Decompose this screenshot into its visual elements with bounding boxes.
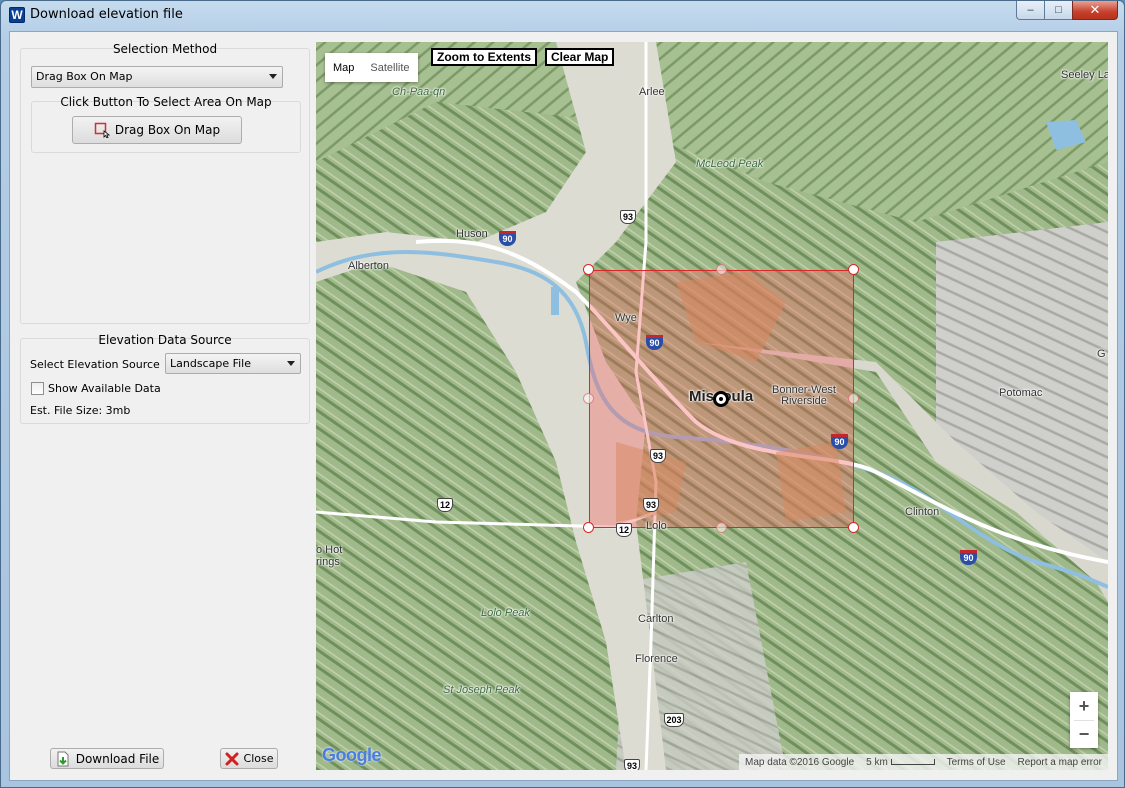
place-label: Florence [635,653,678,665]
minimize-icon: – [1027,4,1034,16]
dialog-client: Selection Method Drag Box On Map Click B… [9,31,1118,781]
route-shield: 93 [624,759,640,770]
place-label: St Joseph Peak [443,684,521,696]
chevron-down-icon [287,361,295,366]
selection-method-panel: Selection Method Drag Box On Map Click B… [20,42,310,324]
title-bar[interactable]: W Download elevation file – □ ✕ [1,1,1124,29]
selection-handle-sw[interactable] [583,522,594,533]
minimize-button[interactable]: – [1016,1,1044,20]
app-window: W Download elevation file – □ ✕ Selectio… [0,0,1125,788]
selection-handle-ne[interactable] [848,264,859,275]
clear-map-button[interactable]: Clear Map [545,48,615,66]
route-shield: 203 [664,713,684,727]
show-available-checkbox[interactable] [31,382,44,395]
route-shield: 90 [499,231,516,246]
map-view[interactable]: Arlee Ch-Paa-qn McLeod Peak Seeley La Hu… [316,42,1108,770]
map-type-satellite-tab[interactable]: Satellite [362,62,417,74]
scale-bar-icon [890,758,935,765]
selection-method-select[interactable]: Drag Box On Map [31,66,283,88]
drag-box-icon [94,122,110,138]
zoom-in-button[interactable]: + [1070,692,1098,720]
close-label: Close [243,752,274,765]
elevation-source-value: Landscape File [170,357,251,370]
place-label: Seeley La [1061,69,1108,81]
selection-handle-n[interactable] [716,264,727,275]
route-shield: 93 [650,449,666,463]
place-label: Ch-Paa-qn [392,86,446,98]
elevation-source-heading: Elevation Data Source [98,333,232,347]
selection-handle-e[interactable] [848,393,859,404]
route-shield: 90 [831,434,848,449]
place-label: o Hot [316,544,343,556]
map-type-map-tab[interactable]: Map [325,62,362,74]
close-window-button[interactable]: ✕ [1072,1,1118,20]
selection-method-heading: Selection Method [112,42,218,56]
chevron-down-icon [269,74,277,79]
place-label: Clinton [905,506,940,518]
place-label: Huson [456,228,488,240]
place-label: McLeod Peak [696,158,764,170]
drag-box-button[interactable]: Drag Box On Map [72,116,242,144]
place-label: rings [316,556,340,568]
map-type-control: Map Satellite [325,53,418,82]
maximize-button[interactable]: □ [1044,1,1072,20]
map-scale: 5 km [866,756,935,768]
route-shield: 93 [643,498,659,512]
close-button[interactable]: Close [220,748,278,769]
place-label: Wye [615,312,637,324]
selection-handle-w[interactable] [583,393,594,404]
file-size-estimate: Est. File Size: 3mb [30,404,131,417]
close-x-icon [225,752,239,765]
route-shield: 90 [960,550,977,565]
download-file-button[interactable]: Download File [50,748,164,769]
download-file-label: Download File [75,751,160,766]
google-logo[interactable]: Google [322,745,382,766]
place-label: Lolo [646,520,667,532]
route-shield: 90 [646,335,663,350]
place-label: Potomac [999,387,1043,399]
maximize-icon: □ [1055,4,1062,16]
route-shield: 12 [437,498,453,512]
map-attribution: Map data ©2016 Google 5 km Terms of Use … [739,754,1108,770]
google-logo-text: Google [322,745,382,765]
zoom-to-extents-button[interactable]: Zoom to Extents [431,48,538,66]
drag-box-label: Drag Box On Map [114,123,221,137]
elevation-source-select[interactable]: Landscape File [165,353,301,374]
selection-handle-se[interactable] [848,522,859,533]
download-file-icon [57,751,69,766]
place-label: Arlee [639,86,665,98]
place-label: Bonner-West Riverside [772,384,836,407]
place-label: Lolo Peak [481,607,530,619]
elevation-source-label: Select Elevation Source [30,358,160,371]
location-marker-icon [713,391,729,407]
place-label: G [1097,348,1106,360]
show-available-label: Show Available Data [48,382,161,395]
elevation-source-panel: Elevation Data Source Select Elevation S… [20,333,310,424]
close-icon: ✕ [1089,2,1101,17]
select-area-group: Click Button To Select Area On Map Drag … [31,95,301,153]
zoom-out-button[interactable]: − [1070,721,1098,748]
window-controls: – □ ✕ [1016,1,1118,21]
report-error-link[interactable]: Report a map error [1018,757,1102,768]
place-label: Carlton [638,613,674,625]
route-shield: 93 [620,210,636,224]
terms-of-use-link[interactable]: Terms of Use [947,757,1006,768]
app-icon: W [9,7,25,23]
selection-method-value: Drag Box On Map [36,70,133,83]
select-area-heading: Click Button To Select Area On Map [60,95,272,109]
place-label: Alberton [348,260,389,272]
selection-handle-s[interactable] [716,522,727,533]
map-data-credit: Map data ©2016 Google [745,756,855,768]
zoom-control: + − [1070,692,1098,748]
route-shield: 12 [616,523,632,537]
window-title: Download elevation file [30,7,183,22]
selection-handle-nw[interactable] [583,264,594,275]
scale-label: 5 km [866,756,888,768]
